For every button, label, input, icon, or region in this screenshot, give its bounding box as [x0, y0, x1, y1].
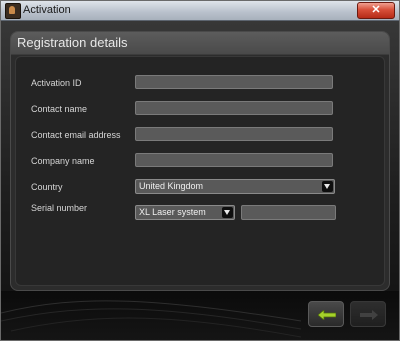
activation-id-label: Activation ID: [31, 78, 82, 88]
product-select[interactable]: XL Laser system: [135, 205, 235, 220]
contact-name-input[interactable]: [135, 101, 333, 115]
next-button[interactable]: [350, 301, 386, 327]
arrow-left-icon: [318, 310, 336, 320]
window-title: Activation: [23, 4, 71, 16]
arrow-right-icon: [360, 310, 378, 320]
serial-number-input[interactable]: [241, 205, 336, 220]
company-name-label: Company name: [31, 156, 95, 166]
registration-panel: Registration details Activation ID Conta…: [10, 31, 390, 291]
close-button[interactable]: ✕: [357, 2, 395, 19]
country-label: Country: [31, 182, 63, 192]
contact-name-label: Contact name: [31, 104, 88, 114]
title-bar[interactable]: Activation ✕: [1, 1, 399, 21]
serial-number-label: Serial number: [31, 203, 88, 213]
contact-email-label: Contact email address: [31, 130, 121, 140]
country-select[interactable]: United Kingdom: [135, 179, 335, 194]
back-button[interactable]: [308, 301, 344, 327]
activation-window: Activation ✕ Registration details Activa…: [0, 0, 400, 341]
product-selected-value: XL Laser system: [139, 207, 206, 217]
chevron-down-icon[interactable]: [322, 181, 333, 192]
panel-title: Registration details: [11, 32, 389, 55]
activation-id-input[interactable]: [135, 75, 333, 89]
contact-email-input[interactable]: [135, 127, 333, 141]
country-selected-value: United Kingdom: [139, 181, 204, 191]
company-name-input[interactable]: [135, 153, 333, 167]
app-icon: [5, 3, 21, 19]
form-area: Activation ID Contact name Contact email…: [15, 56, 385, 286]
chevron-down-icon[interactable]: [222, 207, 233, 218]
close-icon: ✕: [371, 4, 381, 16]
